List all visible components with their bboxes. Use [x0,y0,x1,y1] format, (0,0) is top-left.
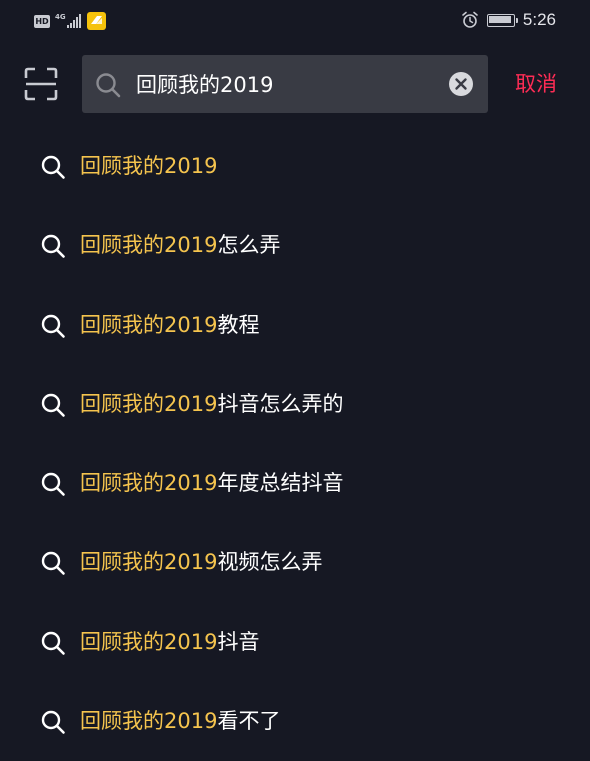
suggestion-text: 回顾我的2019教程 [80,309,259,341]
suggestion-highlight: 回顾我的2019 [80,233,218,258]
alarm-icon [462,11,478,28]
signal-strength-icon [67,14,82,28]
suggestion-rest: 年度总结抖音 [217,471,344,496]
battery-icon [486,13,518,27]
hd-badge: HD [34,14,50,28]
search-icon [40,709,66,735]
notification-app-glyph [91,16,102,24]
search-icon [40,630,66,656]
battery-level [489,16,512,23]
status-bar-right: 5:26 [461,10,556,30]
suggestion-text: 回顾我的2019抖音怎么弄的 [80,388,343,420]
suggestion-rest: 抖音 [217,629,260,654]
search-icon [40,154,66,180]
search-box[interactable] [82,55,488,113]
suggestion-list: 回顾我的2019 回顾我的2019怎么弄 回顾我的2019教程 回顾我的2019… [0,127,590,761]
clear-icon[interactable] [448,71,474,97]
suggestion-highlight: 回顾我的2019 [80,629,218,654]
suggestion-highlight: 回顾我的2019 [80,550,218,575]
suggestion-highlight: 回顾我的2019 [80,391,218,416]
suggestion-rest: 抖音怎么弄的 [217,391,344,416]
search-icon [40,392,66,418]
status-bar: HD 4G 5:26 [0,0,590,40]
suggestion-highlight: 回顾我的2019 [80,154,218,178]
network-type-icon: 4G [55,13,66,29]
suggestion-rest: 视频怎么弄 [217,550,323,575]
suggestion-item[interactable]: 回顾我的2019视频怎么弄 [0,523,590,602]
suggestion-item[interactable]: 回顾我的2019教程 [0,286,590,365]
network-type-label: 4G [55,13,66,21]
suggestion-rest: 怎么弄 [217,233,281,258]
suggestion-text: 回顾我的2019怎么弄 [80,229,280,261]
cancel-button[interactable]: 取消 [515,70,557,98]
suggestion-text: 回顾我的2019视频怎么弄 [80,546,322,578]
suggestion-rest: 看不了 [217,709,281,734]
search-icon [94,71,122,99]
suggestion-item[interactable]: 回顾我的2019 [0,127,590,206]
suggestion-item[interactable]: 回顾我的2019看不了 [0,682,590,761]
status-time: 5:26 [522,10,556,29]
suggestion-highlight: 回顾我的2019 [80,471,218,496]
suggestion-rest: 教程 [217,312,260,337]
scan-icon[interactable] [24,67,58,101]
status-bar-left: HD 4G [34,12,106,30]
suggestion-text: 回顾我的2019看不了 [80,705,280,737]
suggestion-item[interactable]: 回顾我的2019抖音 [0,603,590,682]
search-icon [40,550,66,576]
suggestion-text: 回顾我的2019抖音 [80,626,259,658]
search-input[interactable] [136,55,436,113]
suggestion-item[interactable]: 回顾我的2019年度总结抖音 [0,444,590,523]
notification-app-icon [87,12,106,30]
suggestion-text: 回顾我的2019年度总结抖音 [80,467,343,499]
suggestion-item[interactable]: 回顾我的2019抖音怎么弄的 [0,365,590,444]
suggestion-highlight: 回顾我的2019 [80,312,218,337]
search-icon [40,313,66,339]
search-icon [40,471,66,497]
suggestion-highlight: 回顾我的2019 [80,709,218,734]
suggestion-text: 回顾我的2019 [80,150,217,182]
suggestion-item[interactable]: 回顾我的2019怎么弄 [0,206,590,285]
search-icon [40,233,66,259]
